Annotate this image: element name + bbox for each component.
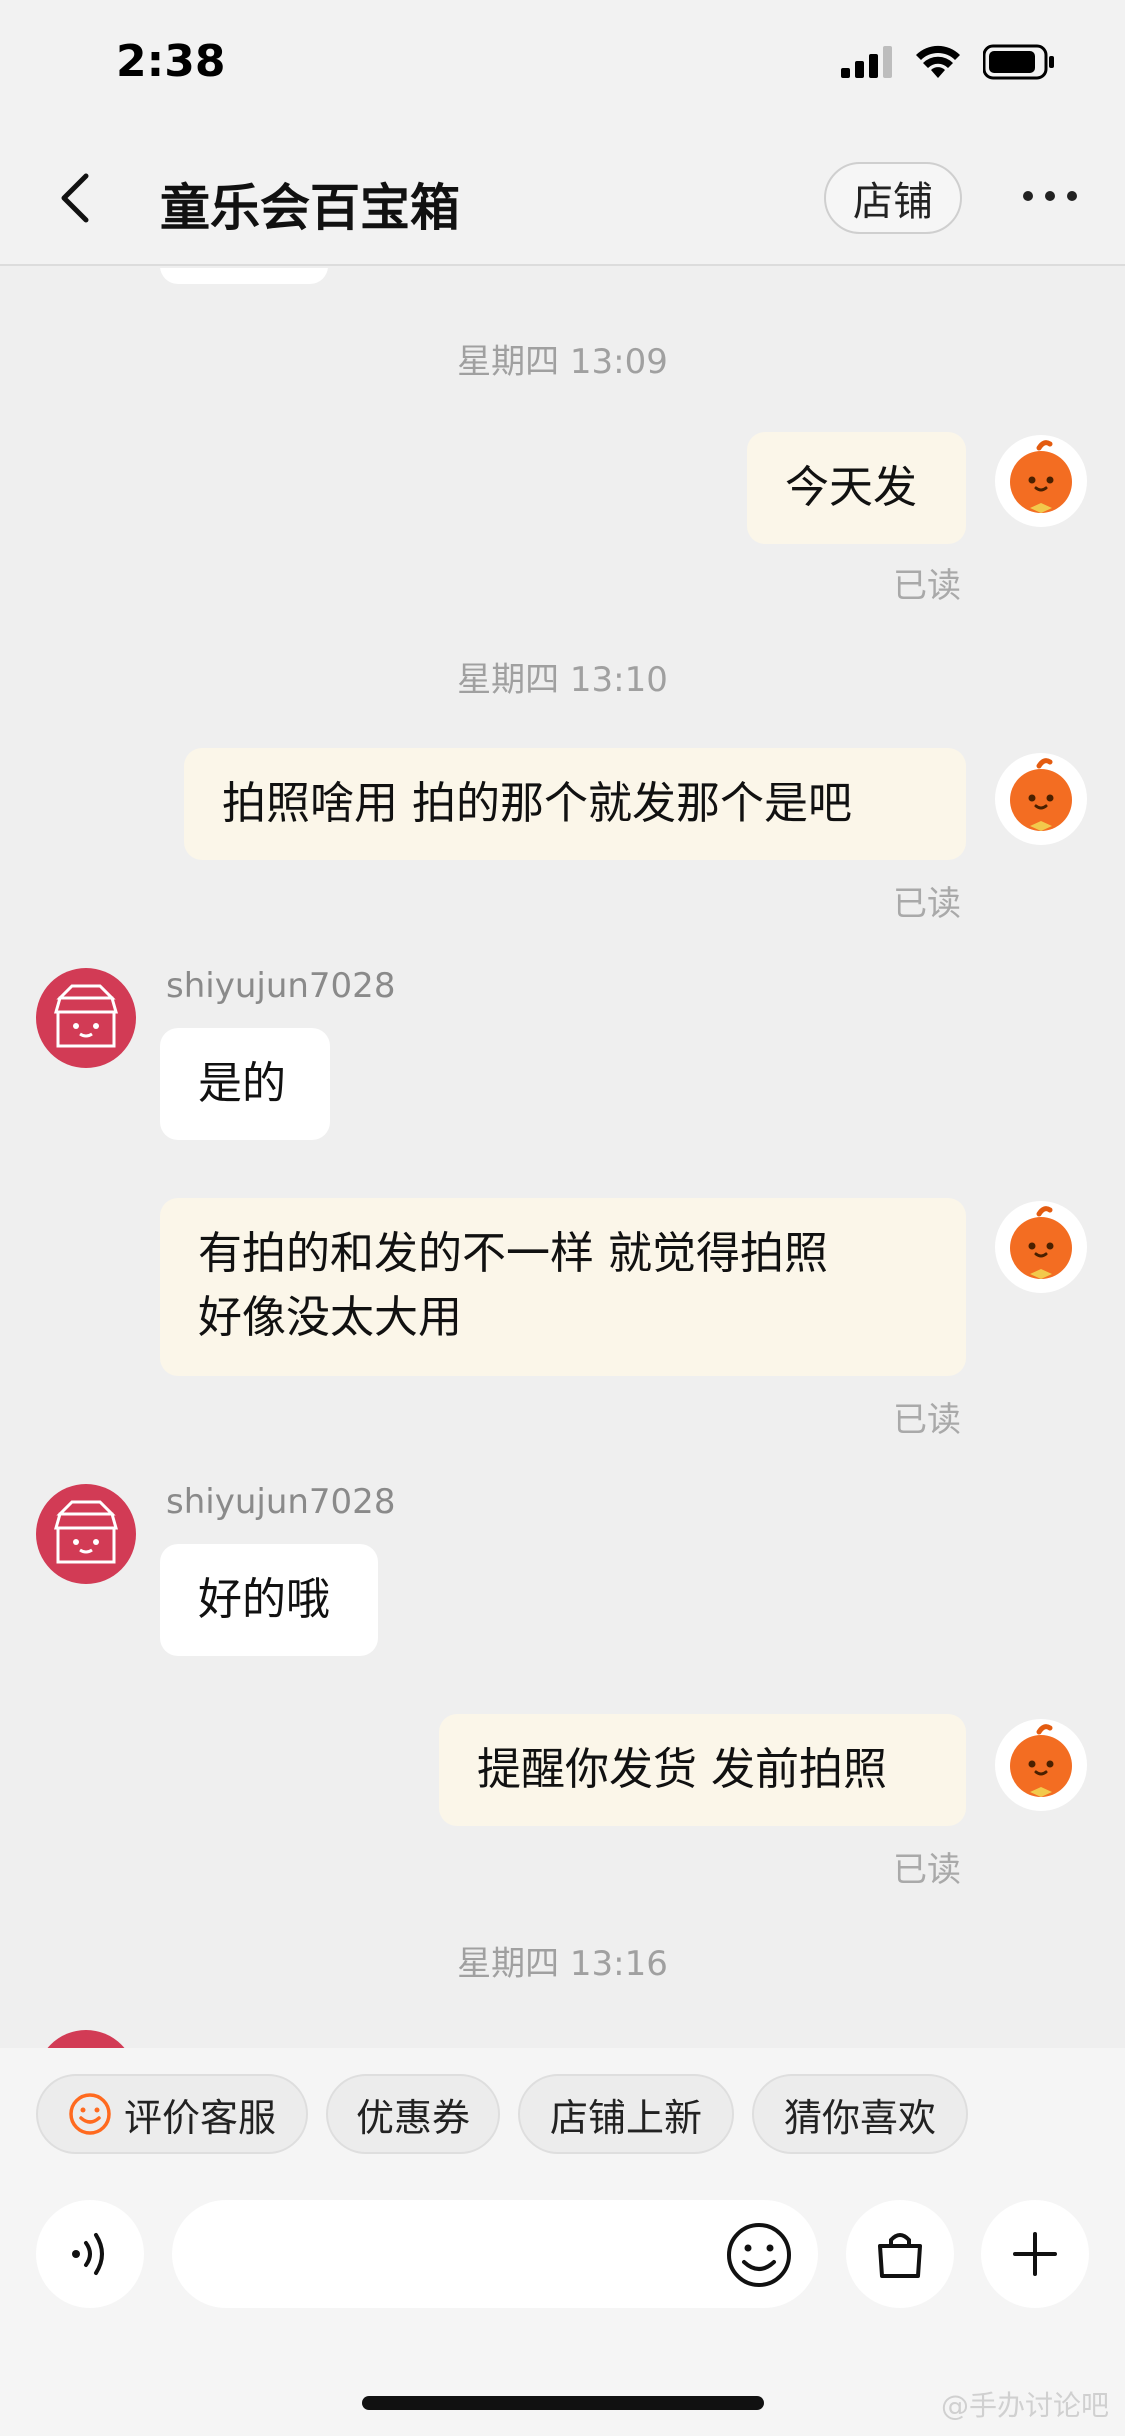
sender-username: shiyujun7028 [166, 966, 396, 1006]
back-arrow-icon[interactable] [50, 170, 106, 226]
cellular-signal-icon [841, 46, 892, 78]
message-line: 好像没太大用 [198, 1292, 462, 1343]
voice-button[interactable] [36, 2200, 144, 2308]
user-avatar-icon[interactable] [994, 1200, 1088, 1294]
read-receipt: 已读 [893, 884, 961, 924]
user-avatar-icon[interactable] [994, 752, 1088, 846]
recommend-chip[interactable]: 猜你喜欢 [752, 2074, 968, 2154]
sender-username: shiyujun7028 [166, 1482, 396, 1522]
shop-avatar-icon[interactable] [36, 2030, 136, 2048]
quick-action-bar: 评价客服 优惠券 店铺上新 猜你喜欢 [0, 2048, 1125, 2172]
more-options-icon[interactable] [1020, 176, 1080, 216]
user-avatar-icon[interactable] [994, 434, 1088, 528]
chat-header: 童乐会百宝箱 店铺 [0, 130, 1125, 266]
plus-icon [1013, 2232, 1057, 2276]
message-list[interactable]: 星期四 13:09 今天发 已读 星期四 13:10 拍照啥用 拍的那个就发那个… [0, 268, 1125, 2048]
message-bubble-partial [160, 268, 328, 284]
read-receipt: 已读 [893, 566, 961, 606]
plus-button[interactable] [981, 2200, 1089, 2308]
shop-button[interactable]: 店铺 [824, 162, 962, 234]
message-line: 有拍的和发的不一样 就觉得拍照 [198, 1228, 828, 1279]
chip-label: 评价客服 [123, 2095, 276, 2140]
shop-new-chip[interactable]: 店铺上新 [518, 2074, 734, 2154]
voice-icon [72, 2233, 104, 2275]
user-avatar-icon[interactable] [994, 1718, 1088, 1812]
wifi-icon [916, 45, 960, 78]
status-bar: 2:38 [0, 0, 1125, 130]
status-time: 2:38 [116, 36, 226, 87]
message-bubble-outgoing[interactable]: 今天发 [747, 432, 966, 544]
message-bubble-outgoing[interactable]: 拍照啥用 拍的那个就发那个是吧 [184, 748, 966, 860]
rate-service-chip[interactable]: 评价客服 [36, 2074, 308, 2154]
message-input[interactable] [172, 2200, 818, 2308]
chat-title: 童乐会百宝箱 [160, 179, 460, 237]
shopping-bag-button[interactable] [846, 2200, 954, 2308]
home-indicator[interactable] [362, 2396, 764, 2410]
timestamp: 星期四 13:09 [457, 342, 668, 382]
status-icons [841, 44, 1055, 80]
shopping-bag-icon [878, 2233, 922, 2278]
read-receipt: 已读 [893, 1850, 961, 1890]
timestamp: 星期四 13:16 [457, 1944, 668, 1984]
message-bubble-outgoing[interactable]: 提醒你发货 发前拍照 [439, 1714, 966, 1826]
shop-avatar-icon[interactable] [36, 968, 136, 1068]
watermark: @手办讨论吧 [940, 2389, 1109, 2422]
smiley-icon [69, 2093, 111, 2135]
timestamp: 星期四 13:10 [457, 660, 668, 700]
battery-icon [983, 44, 1054, 80]
emoji-icon[interactable] [724, 2220, 794, 2290]
read-receipt: 已读 [893, 1400, 961, 1440]
message-bubble-incoming[interactable]: 是的 [160, 1028, 330, 1140]
shop-avatar-icon[interactable] [36, 1484, 136, 1584]
message-bubble-outgoing[interactable]: 有拍的和发的不一样 就觉得拍照 好像没太大用 [160, 1198, 966, 1376]
message-bubble-incoming[interactable]: 好的哦 [160, 1544, 378, 1656]
coupon-chip[interactable]: 优惠券 [326, 2074, 500, 2154]
